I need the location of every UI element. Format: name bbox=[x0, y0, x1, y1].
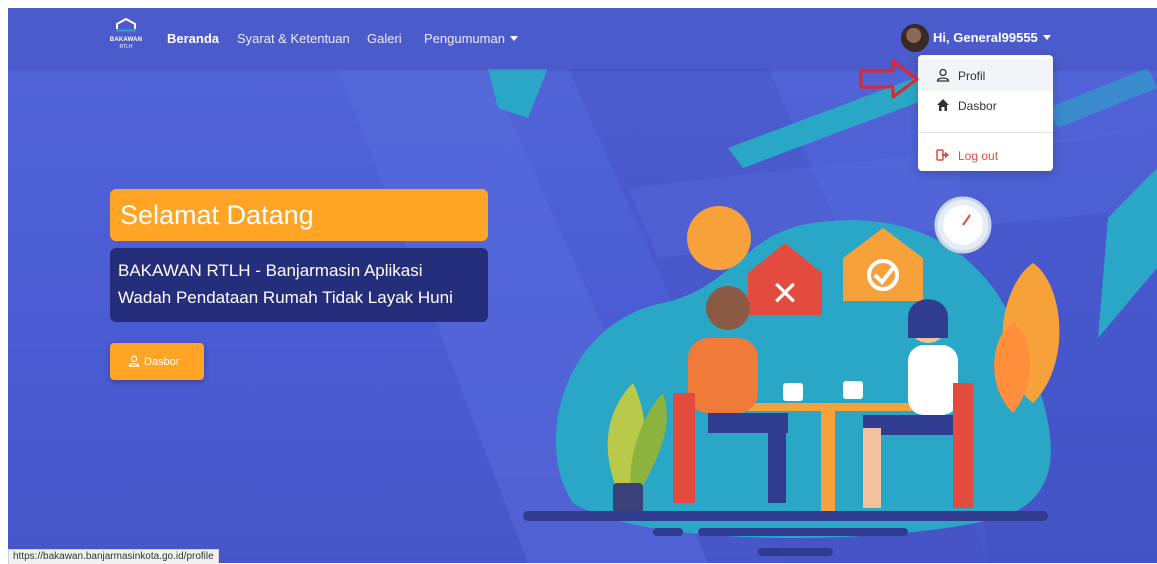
hero-subtitle-line1: BAKAWAN RTLH - Banjarmasin Aplikasi bbox=[118, 261, 423, 280]
user-icon bbox=[936, 68, 950, 82]
dropdown-item-logout[interactable]: Log out bbox=[918, 139, 1053, 171]
nav-link-syarat[interactable]: Syarat & Ketentuan bbox=[237, 31, 350, 46]
logo-text-secondary: RTLH bbox=[119, 44, 133, 50]
user-icon bbox=[128, 355, 140, 367]
dropdown-item-dasbor[interactable]: Dasbor bbox=[918, 89, 1053, 121]
logo-text-primary: BAKAWAN bbox=[109, 37, 143, 43]
hero-subtitle-line2: Wadah Pendataan Rumah Tidak Layak Huni bbox=[118, 288, 453, 307]
chevron-down-icon bbox=[509, 36, 518, 41]
dropdown-item-profil[interactable]: Profil bbox=[918, 59, 1053, 91]
nav-link-pengumuman[interactable]: Pengumuman bbox=[424, 31, 518, 46]
user-avatar bbox=[901, 24, 929, 52]
dasbor-button-label: Dasbor bbox=[144, 356, 180, 368]
svg-text:✕: ✕ bbox=[771, 274, 800, 314]
page-viewport: ✕ BAKAWAN RTLH Beranda Syarat & Ketentua… bbox=[8, 8, 1157, 563]
hero-title: Selamat Datang bbox=[110, 189, 488, 241]
chevron-down-icon bbox=[1042, 35, 1051, 40]
user-greeting-text: Hi, General99555 bbox=[933, 30, 1038, 45]
sign-out-icon bbox=[936, 149, 949, 161]
browser-status-url: https://bakawan.banjarmasinkota.go.id/pr… bbox=[8, 549, 219, 564]
hero-illustration: ✕ bbox=[523, 196, 1060, 556]
hero-subtitle: BAKAWAN RTLH - Banjarmasin Aplikasi Wada… bbox=[110, 248, 488, 322]
nav-link-pengumuman-label: Pengumuman bbox=[424, 31, 505, 46]
dropdown-item-label: Log out bbox=[958, 149, 999, 163]
dropdown-divider bbox=[918, 132, 1053, 133]
nav-link-beranda[interactable]: Beranda bbox=[167, 31, 219, 46]
user-greeting: Hi, General99555 bbox=[933, 30, 1051, 45]
nav-link-galeri[interactable]: Galeri bbox=[367, 31, 402, 46]
site-logo[interactable]: BAKAWAN RTLH bbox=[108, 17, 144, 58]
dropdown-item-label: Profil bbox=[958, 69, 986, 83]
arrow-annotation-icon bbox=[859, 59, 919, 99]
house-logo-icon bbox=[116, 17, 136, 32]
dasbor-button[interactable]: Dasbor bbox=[110, 343, 204, 380]
user-dropdown-menu: Profil Dasbor Log out bbox=[918, 55, 1053, 171]
dropdown-item-label: Dasbor bbox=[958, 99, 997, 113]
home-icon bbox=[937, 99, 949, 111]
